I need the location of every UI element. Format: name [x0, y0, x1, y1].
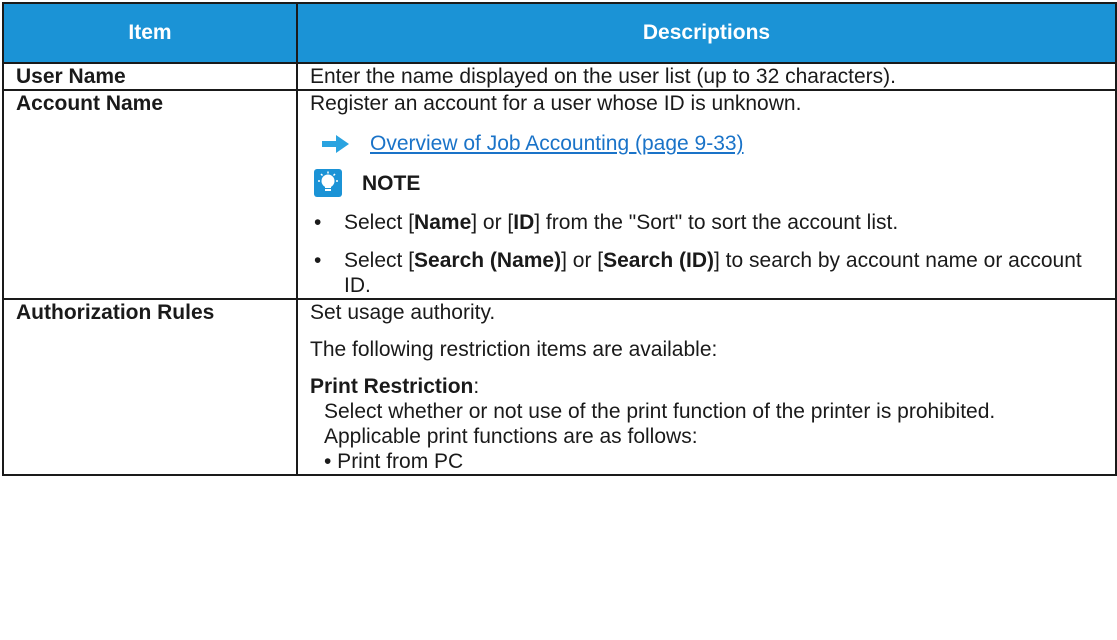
print-restriction-text-1: Select whether or not use of the print f… — [324, 400, 996, 423]
note-label: NOTE — [362, 171, 421, 195]
reference-link-row: Overview of Job Accounting (page 9-33) — [310, 131, 1105, 156]
note-lightbulb-icon — [314, 169, 342, 197]
desc-account-name: Register an account for a user whose ID … — [296, 89, 1117, 300]
note-heading: NOTE — [310, 169, 1105, 197]
header-row: Item Descriptions — [2, 2, 1117, 64]
account-desc-text: Register an account for a user whose ID … — [310, 92, 802, 115]
table-row-authorization-rules: Authorization Rules Set usage authority.… — [2, 298, 1117, 476]
auth-line-1: Set usage authority. — [310, 301, 496, 324]
job-accounting-link[interactable]: Overview of Job Accounting (page 9-33) — [370, 131, 744, 156]
header-item: Item — [2, 2, 298, 64]
print-restriction-text-3: • Print from PC — [324, 450, 464, 473]
arrow-right-icon — [322, 134, 349, 153]
desc-user-name: Enter the name displayed on the user lis… — [296, 62, 1117, 91]
header-descriptions: Descriptions — [296, 2, 1117, 64]
desc-authorization-rules: Set usage authority. The following restr… — [296, 298, 1117, 476]
item-authorization-rules: Authorization Rules — [2, 298, 298, 476]
table-row-account-name: Account Name Register an account for a u… — [2, 89, 1117, 300]
auth-line-2: The following restriction items are avai… — [310, 338, 718, 361]
item-account-name: Account Name — [2, 89, 298, 300]
spec-table: Item Descriptions User Name Enter the na… — [2, 2, 1117, 476]
print-restriction-heading: Print Restriction: — [310, 375, 480, 398]
table-row-user-name: User Name Enter the name displayed on th… — [2, 62, 1117, 91]
list-item: • Select [Name] or [ID] from the "Sort" … — [314, 211, 899, 234]
print-restriction-text-2: Applicable print functions are as follow… — [324, 425, 698, 448]
list-item: • Select [Search (Name)] or [Search (ID)… — [314, 249, 1082, 297]
item-user-name: User Name — [2, 62, 298, 91]
